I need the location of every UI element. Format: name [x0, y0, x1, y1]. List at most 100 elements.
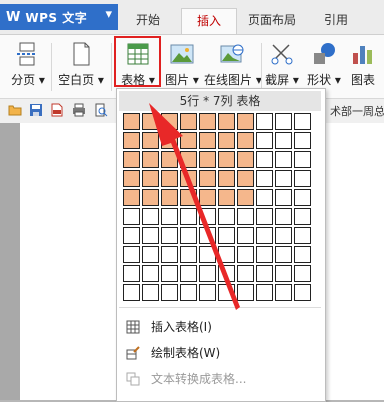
grid-cell[interactable]	[275, 284, 292, 301]
page-break-button[interactable]: 分页 ▾	[6, 41, 50, 93]
grid-cell[interactable]	[142, 284, 159, 301]
grid-cell-selected[interactable]	[218, 189, 235, 206]
grid-cell[interactable]	[237, 265, 254, 282]
grid-cell[interactable]	[294, 246, 311, 263]
grid-cell[interactable]	[237, 246, 254, 263]
grid-cell-selected[interactable]	[180, 113, 197, 130]
draw-table-item[interactable]: 绘制表格(W)	[117, 341, 323, 365]
grid-cell-selected[interactable]	[199, 189, 216, 206]
grid-cell-selected[interactable]	[142, 189, 159, 206]
grid-cell-selected[interactable]	[218, 132, 235, 149]
grid-cell[interactable]	[256, 113, 273, 130]
grid-cell[interactable]	[256, 170, 273, 187]
shapes-button[interactable]: 形状 ▾	[304, 41, 344, 93]
grid-cell[interactable]	[123, 265, 140, 282]
grid-cell[interactable]	[199, 246, 216, 263]
grid-cell-selected[interactable]	[180, 132, 197, 149]
grid-cell[interactable]	[256, 132, 273, 149]
grid-cell-selected[interactable]	[180, 170, 197, 187]
grid-cell[interactable]	[161, 227, 178, 244]
grid-cell-selected[interactable]	[123, 132, 140, 149]
grid-cell-selected[interactable]	[123, 189, 140, 206]
picture-button[interactable]: 图片 ▾	[162, 41, 202, 93]
text-to-table-item[interactable]: 文本转换成表格...	[117, 367, 323, 391]
grid-cell[interactable]	[294, 189, 311, 206]
grid-cell[interactable]	[256, 265, 273, 282]
grid-cell[interactable]	[275, 189, 292, 206]
grid-cell-selected[interactable]	[218, 170, 235, 187]
grid-cell-selected[interactable]	[161, 113, 178, 130]
tab-insert[interactable]: 插入	[181, 8, 237, 36]
grid-cell[interactable]	[275, 170, 292, 187]
grid-cell[interactable]	[123, 208, 140, 225]
grid-cell[interactable]	[237, 227, 254, 244]
grid-cell[interactable]	[294, 227, 311, 244]
grid-cell[interactable]	[142, 265, 159, 282]
grid-cell[interactable]	[161, 265, 178, 282]
grid-cell[interactable]	[275, 132, 292, 149]
grid-cell[interactable]	[294, 170, 311, 187]
blank-page-button[interactable]: 空白页 ▾	[54, 41, 108, 93]
grid-cell-selected[interactable]	[237, 170, 254, 187]
grid-cell[interactable]	[256, 208, 273, 225]
print-preview-icon[interactable]	[94, 103, 108, 117]
grid-cell-selected[interactable]	[161, 189, 178, 206]
grid-cell[interactable]	[256, 227, 273, 244]
insert-table-item[interactable]: 插入表格(I)	[117, 315, 323, 339]
grid-cell-selected[interactable]	[123, 170, 140, 187]
grid-cell[interactable]	[180, 265, 197, 282]
grid-cell-selected[interactable]	[237, 132, 254, 149]
grid-cell[interactable]	[237, 208, 254, 225]
grid-cell-selected[interactable]	[123, 151, 140, 168]
grid-cell[interactable]	[142, 246, 159, 263]
grid-cell[interactable]	[256, 151, 273, 168]
grid-cell[interactable]	[180, 246, 197, 263]
grid-cell-selected[interactable]	[237, 189, 254, 206]
grid-cell[interactable]	[199, 208, 216, 225]
grid-cell-selected[interactable]	[237, 151, 254, 168]
grid-cell[interactable]	[294, 265, 311, 282]
grid-cell-selected[interactable]	[161, 132, 178, 149]
print-icon[interactable]	[72, 103, 86, 117]
grid-cell[interactable]	[275, 227, 292, 244]
grid-cell[interactable]	[161, 284, 178, 301]
grid-cell[interactable]	[218, 284, 235, 301]
screenshot-button[interactable]: 截屏 ▾	[262, 41, 302, 93]
grid-cell-selected[interactable]	[142, 113, 159, 130]
grid-cell-selected[interactable]	[180, 189, 197, 206]
grid-cell-selected[interactable]	[161, 170, 178, 187]
grid-cell-selected[interactable]	[199, 113, 216, 130]
grid-cell[interactable]	[237, 284, 254, 301]
grid-cell-selected[interactable]	[237, 113, 254, 130]
grid-cell[interactable]	[161, 208, 178, 225]
grid-cell[interactable]	[199, 227, 216, 244]
grid-cell-selected[interactable]	[161, 151, 178, 168]
grid-cell[interactable]	[218, 246, 235, 263]
grid-cell[interactable]	[123, 284, 140, 301]
tab-page-layout[interactable]: 页面布局	[240, 8, 304, 34]
grid-cell[interactable]	[294, 151, 311, 168]
grid-cell-selected[interactable]	[199, 170, 216, 187]
grid-cell[interactable]	[199, 284, 216, 301]
grid-cell[interactable]	[256, 284, 273, 301]
grid-cell[interactable]	[275, 208, 292, 225]
grid-cell[interactable]	[142, 208, 159, 225]
grid-cell[interactable]	[294, 208, 311, 225]
online-picture-button[interactable]: 在线图片 ▾	[204, 41, 262, 93]
grid-cell[interactable]	[218, 227, 235, 244]
grid-cell[interactable]	[180, 227, 197, 244]
open-folder-icon[interactable]	[8, 103, 22, 117]
tab-home[interactable]: 开始	[124, 8, 172, 34]
grid-cell[interactable]	[218, 208, 235, 225]
grid-cell[interactable]	[180, 284, 197, 301]
grid-cell[interactable]	[180, 208, 197, 225]
grid-cell[interactable]	[161, 246, 178, 263]
table-size-grid[interactable]	[123, 113, 311, 301]
grid-cell-selected[interactable]	[199, 151, 216, 168]
grid-cell-selected[interactable]	[218, 113, 235, 130]
grid-cell[interactable]	[275, 265, 292, 282]
grid-cell[interactable]	[256, 189, 273, 206]
grid-cell[interactable]	[294, 284, 311, 301]
grid-cell-selected[interactable]	[199, 132, 216, 149]
grid-cell[interactable]	[275, 151, 292, 168]
